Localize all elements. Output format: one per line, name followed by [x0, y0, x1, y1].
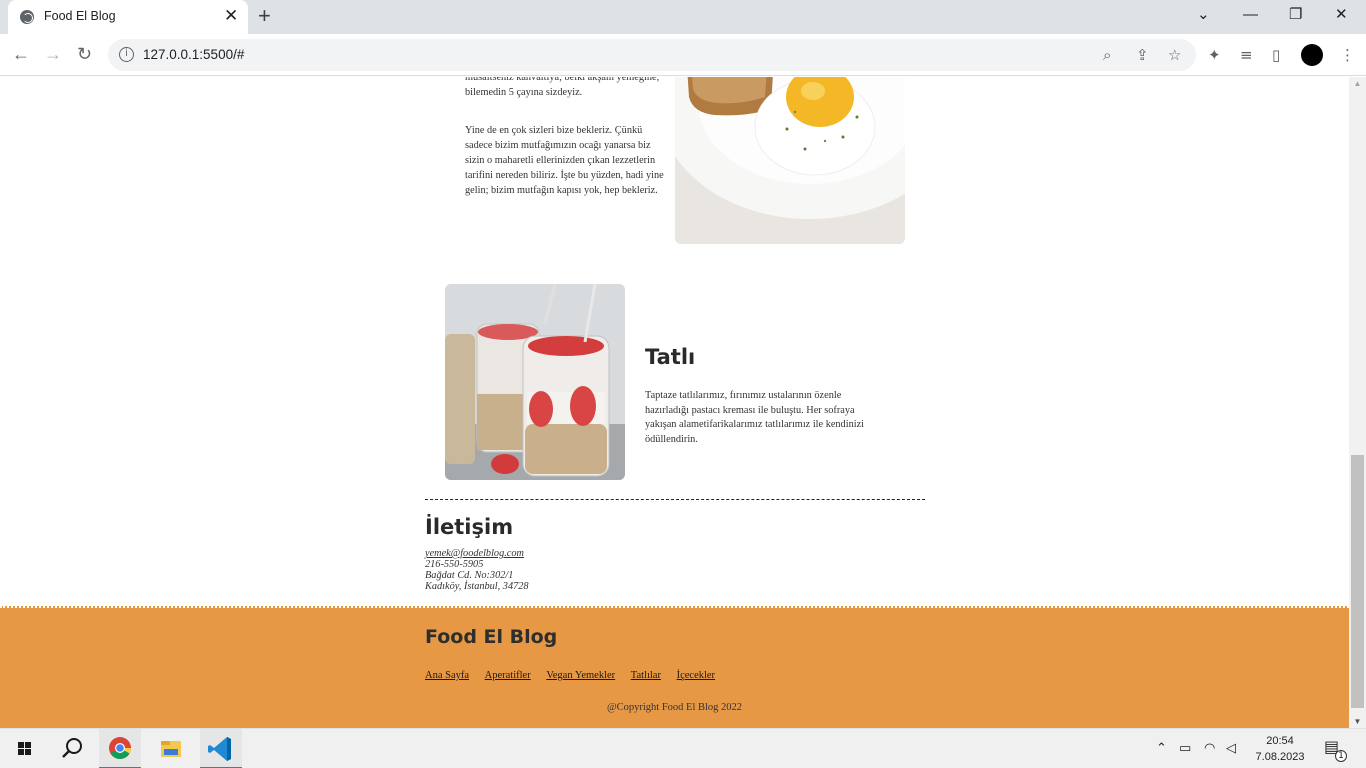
address-bar[interactable]: i 127.0.0.1:5500/# ⌕ ⇪ ☆	[108, 39, 1196, 71]
search-icon	[62, 738, 82, 758]
contact-address-line-1: Bağdat Cd. No:302/1	[425, 570, 514, 581]
breakfast-image	[675, 77, 905, 244]
footer-link-drinks[interactable]: İçecekler	[677, 670, 715, 681]
contact-address-line-2: Kadıköy, İstanbul, 34728	[425, 581, 529, 592]
reload-button[interactable]: ↻	[77, 43, 92, 65]
dessert-text: Taptaze tatlılarımız, fırınımız ustaları…	[645, 390, 865, 445]
menu-icon[interactable]: ⋮	[1340, 45, 1355, 65]
forward-button[interactable]: →	[44, 43, 62, 65]
clock-date: 7.08.2023	[1255, 751, 1305, 763]
contact-details: yemek@foodelblog.com 216-550-5905 Bağdat…	[425, 548, 529, 592]
page-scrollbar[interactable]: ▲ ▼	[1349, 77, 1366, 728]
zoom-icon[interactable]: ⌕	[1103, 45, 1111, 65]
footer-brand: Food El Blog	[425, 626, 558, 648]
contact-phone: 216-550-5905	[425, 559, 484, 570]
star-icon[interactable]: ☆	[1168, 45, 1181, 65]
url-text[interactable]: 127.0.0.1:5500/#	[143, 47, 244, 62]
close-window-button[interactable]: ✕	[1335, 6, 1348, 24]
minimize-button[interactable]: —	[1243, 6, 1258, 24]
vscode-icon	[208, 737, 231, 761]
globe-icon	[20, 10, 34, 24]
dessert-title: Tatlı	[645, 345, 696, 369]
scroll-down-arrow-icon[interactable]: ▼	[1349, 717, 1366, 726]
chrome-icon	[109, 737, 131, 759]
folder-icon	[161, 741, 181, 757]
tray-chevron-icon[interactable]: ⌃	[1156, 741, 1167, 757]
windows-logo-icon	[18, 742, 31, 755]
scroll-thumb[interactable]	[1351, 455, 1364, 708]
media-icon[interactable]: ≡	[1240, 45, 1253, 65]
back-button[interactable]: ←	[12, 43, 30, 65]
search-button[interactable]	[51, 729, 93, 768]
scroll-up-arrow-icon[interactable]: ▲	[1349, 79, 1366, 88]
new-tab-button[interactable]: +	[258, 4, 271, 28]
profile-avatar[interactable]	[1301, 44, 1323, 66]
start-button[interactable]	[4, 729, 46, 768]
site-footer: Food El Blog Ana Sayfa Aperatifler Vegan…	[0, 606, 1349, 728]
tab-title: Food El Blog	[44, 9, 116, 23]
dessert-image	[445, 284, 625, 480]
tab-strip: Food El Blog ✕ + ⌄ — ❐ ✕	[0, 0, 1366, 34]
browser-toolbar: ← → ↻ i 127.0.0.1:5500/# ⌕ ⇪ ☆ ✦ ≡ ▯ ⋮	[0, 34, 1366, 76]
footer-nav: Ana Sayfa Aperatifler Vegan Yemekler Tat…	[425, 670, 728, 681]
extensions-icon[interactable]: ✦	[1208, 45, 1221, 65]
breakfast-paragraph-1: müsaitseniz kahvaltıya; belki akşam yeme…	[465, 77, 660, 98]
side-panel-icon[interactable]: ▯	[1272, 45, 1280, 65]
copyright-text: @Copyright Food El Blog 2022	[606, 702, 743, 713]
battery-icon[interactable]: ▭	[1179, 741, 1191, 757]
footer-link-home[interactable]: Ana Sayfa	[425, 670, 469, 681]
footer-link-desserts[interactable]: Tatlılar	[631, 670, 661, 681]
taskbar-clock[interactable]: 20:54 7.08.2023	[1252, 733, 1308, 765]
browser-tab[interactable]: Food El Blog ✕	[8, 0, 248, 34]
footer-link-appetizers[interactable]: Aperatifler	[485, 670, 531, 681]
section-divider	[425, 499, 925, 500]
share-icon[interactable]: ⇪	[1136, 45, 1149, 65]
notification-count-badge: 1	[1335, 750, 1347, 762]
contact-email-link[interactable]: yemek@foodelblog.com	[425, 548, 524, 559]
footer-link-vegan[interactable]: Vegan Yemekler	[546, 670, 615, 681]
chrome-taskbar-app[interactable]	[99, 729, 141, 768]
tab-search-button[interactable]: ⌄	[1197, 6, 1210, 24]
clock-time: 20:54	[1266, 735, 1294, 747]
restore-button[interactable]: ❐	[1289, 6, 1302, 24]
file-explorer-taskbar-app[interactable]	[150, 729, 192, 768]
tab-close-button[interactable]: ✕	[224, 7, 238, 25]
info-icon[interactable]: i	[119, 47, 134, 62]
volume-icon[interactable]: ◁	[1226, 741, 1236, 757]
page-viewport: müsaitseniz kahvaltıya; belki akşam yeme…	[0, 77, 1349, 728]
taskbar: ⌃ ▭ ◠ ◁ 20:54 7.08.2023 ▤ 1	[0, 728, 1366, 768]
breakfast-paragraph-2: Yine de en çok sizleri bize bekleriz. Çü…	[465, 125, 664, 196]
network-icon[interactable]: ◠	[1204, 741, 1215, 757]
contact-title: İletişim	[425, 515, 514, 539]
vscode-taskbar-app[interactable]	[200, 729, 242, 768]
